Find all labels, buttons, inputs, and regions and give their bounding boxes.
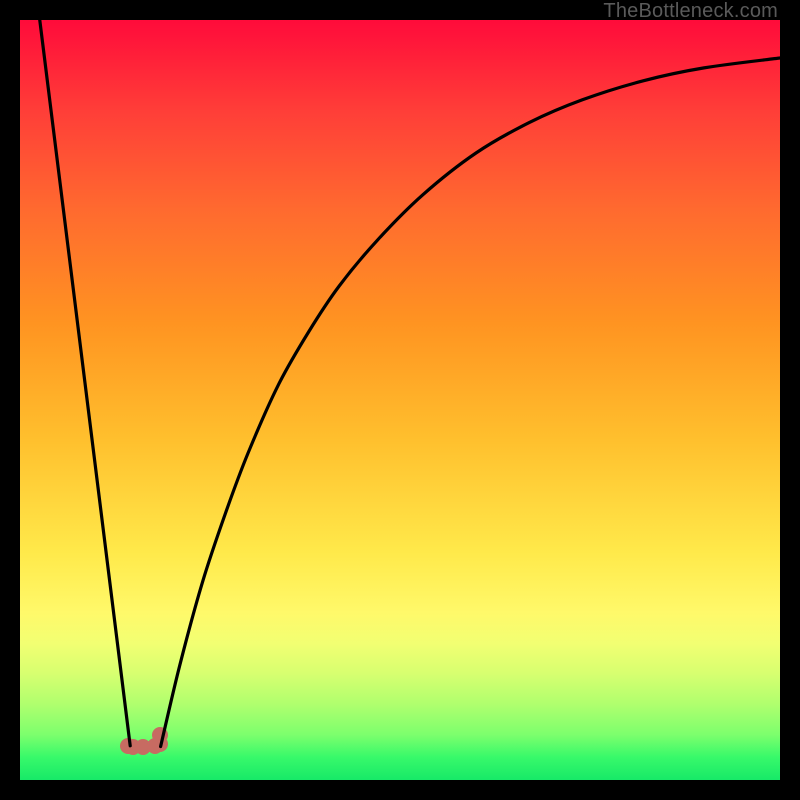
curve-right-ascent <box>161 58 780 747</box>
bottleneck-curve <box>20 20 780 780</box>
plot-area <box>20 20 780 780</box>
curve-left-descent <box>40 20 130 746</box>
chart-frame: TheBottleneck.com <box>0 0 800 800</box>
